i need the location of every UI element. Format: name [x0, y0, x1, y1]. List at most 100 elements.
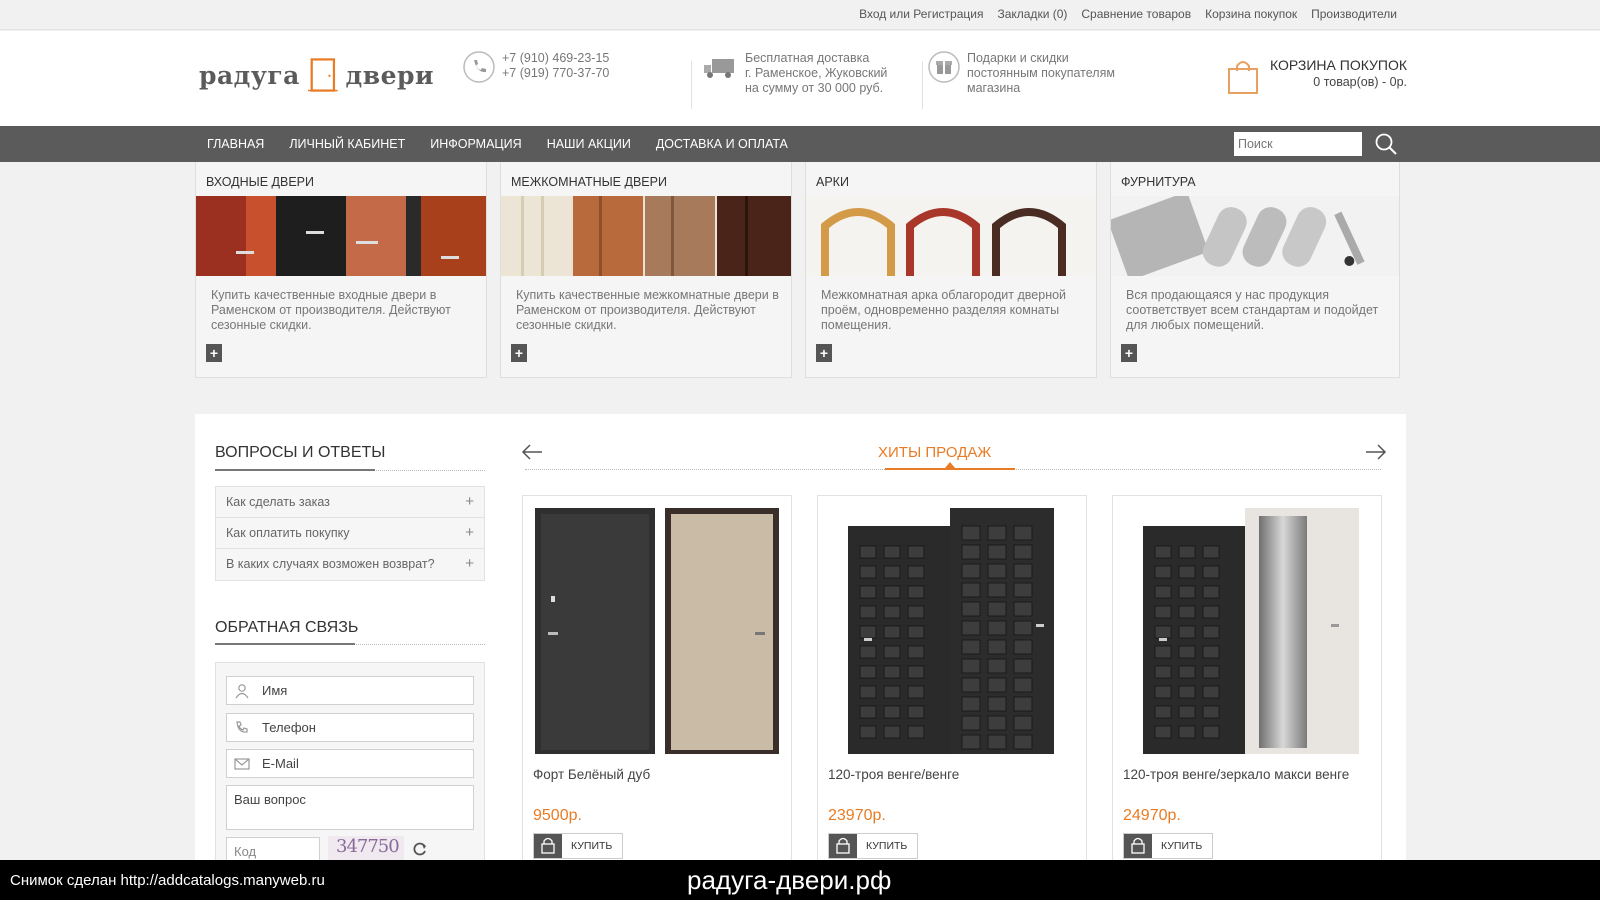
door-panel — [1178, 685, 1196, 699]
door-panel — [883, 645, 901, 659]
compare-link[interactable]: Сравнение товаров — [1081, 7, 1191, 21]
plus-icon[interactable]: + — [465, 524, 474, 541]
arrow-right-icon[interactable] — [1365, 444, 1387, 460]
door-panel — [907, 645, 925, 659]
question-textarea[interactable]: Ваш вопрос — [226, 785, 474, 830]
faq-item-payment[interactable]: Как оплатить покупку + — [216, 518, 484, 549]
door-panel — [907, 545, 925, 559]
cart-summary: 0 товар(ов) - 0р. — [1313, 75, 1408, 89]
phone-number-2[interactable]: +7 (919) 770-37-70 — [502, 66, 609, 81]
door-panel — [1178, 565, 1196, 579]
phone-field[interactable]: Телефон — [226, 713, 474, 742]
site-logo[interactable]: радуга двери — [199, 51, 434, 99]
category-description: Вся продающаяся у нас продукция соответс… — [1126, 288, 1379, 332]
buy-button[interactable]: КУПИТЬ — [1123, 833, 1213, 859]
door-panel — [1154, 645, 1172, 659]
door-panel — [859, 665, 877, 679]
phone-number-1[interactable]: +7 (910) 469-23-15 — [502, 51, 609, 66]
bestsellers-underline — [885, 468, 1015, 470]
nav-item-info[interactable]: ИНФОРМАЦИЯ — [430, 137, 521, 151]
door-panel — [961, 658, 981, 674]
product-name[interactable]: 120-троя венге/венге — [828, 767, 959, 782]
nav-item-home[interactable]: ГЛАВНАЯ — [207, 137, 264, 151]
category-arches[interactable]: АРКИ Межкомнатная арка облагородит дверн… — [805, 162, 1097, 378]
name-field[interactable]: Имя — [226, 676, 474, 705]
category-title[interactable]: МЕЖКОМНАТНЫЕ ДВЕРИ — [511, 175, 667, 189]
door-panel — [1178, 585, 1196, 599]
login-register-link[interactable]: Вход или Регистрация — [859, 7, 983, 21]
door-panel — [883, 665, 901, 679]
search-input[interactable] — [1234, 132, 1362, 156]
nav-item-account[interactable]: ЛИЧНЫЙ КАБИНЕТ — [289, 137, 405, 151]
door-panel — [1154, 705, 1172, 719]
product-name[interactable]: Форт Белёный дуб — [533, 767, 650, 782]
buy-label: КУПИТЬ — [866, 840, 908, 852]
door-panel — [883, 685, 901, 699]
category-interior-doors[interactable]: МЕЖКОМНАТНЫЕ ДВЕРИ Купить качественные м… — [500, 162, 792, 378]
phone-icon — [236, 721, 248, 733]
lock-icon — [829, 834, 857, 858]
email-field[interactable]: E-Mail — [226, 749, 474, 778]
gifts-block: Подарки и скидки постоянным покупателям … — [928, 51, 1115, 96]
category-hardware[interactable]: ФУРНИТУРА Вся продающаяся у нас продукци… — [1110, 162, 1400, 378]
expand-button[interactable]: + — [1121, 344, 1137, 362]
door-panel — [859, 605, 877, 619]
plus-icon[interactable]: + — [465, 493, 474, 510]
bestsellers-title[interactable]: ХИТЫ ПРОДАЖ — [878, 444, 991, 461]
gifts-line-2: постоянным покупателям — [967, 66, 1115, 80]
screenshot-note: Снимок сделан http://addcatalogs.manyweb… — [10, 872, 325, 889]
door-panel — [987, 639, 1007, 655]
product-name[interactable]: 120-троя венге/зеркало макси венге — [1123, 767, 1349, 782]
arrow-left-icon[interactable] — [521, 444, 543, 460]
door-panel — [1013, 658, 1033, 674]
product-image[interactable] — [533, 506, 781, 756]
cart-widget[interactable]: КОРЗИНА ПОКУПОК 0 товар(ов) - 0р. — [1226, 57, 1407, 95]
phones-block: +7 (910) 469-23-15 +7 (919) 770-37-70 — [463, 51, 609, 83]
faq-item-order[interactable]: Как сделать заказ + — [216, 487, 484, 518]
category-title[interactable]: АРКИ — [816, 175, 849, 189]
cart-link[interactable]: Корзина покупок — [1205, 7, 1297, 21]
door-panel — [883, 725, 901, 739]
expand-button[interactable]: + — [511, 344, 527, 362]
bookmarks-link[interactable]: Закладки (0) — [997, 7, 1067, 21]
product-card[interactable]: 120-троя венге/зеркало макси венге 24970… — [1112, 495, 1382, 865]
buy-button[interactable]: КУПИТЬ — [828, 833, 918, 859]
lock-icon — [534, 834, 562, 858]
product-card[interactable]: Форт Белёный дуб 9500р. КУПИТЬ — [522, 495, 792, 865]
faq-question: Как сделать заказ — [226, 495, 330, 509]
screenshot-footer-bar: Снимок сделан http://addcatalogs.manyweb… — [0, 860, 1600, 900]
expand-button[interactable]: + — [816, 344, 832, 362]
interior-doors-image — [501, 196, 791, 276]
category-entrance-doors[interactable]: ВХОДНЫЕ ДВЕРИ Купить качественные входны… — [195, 162, 487, 378]
phone-icon — [463, 51, 495, 83]
gifts-line-1: Подарки и скидки — [967, 51, 1069, 65]
expand-button[interactable]: + — [206, 344, 222, 362]
nav-item-promotions[interactable]: НАШИ АКЦИИ — [547, 137, 631, 151]
faq-list: Как сделать заказ + Как оплатить покупку… — [215, 486, 485, 581]
faq-underline — [215, 469, 375, 471]
door-panel — [1154, 625, 1172, 639]
door-panel — [961, 715, 981, 731]
product-image[interactable] — [1123, 506, 1371, 756]
category-title[interactable]: ФУРНИТУРА — [1121, 175, 1196, 189]
door-panel — [1202, 665, 1220, 679]
entrance-doors-image — [196, 196, 486, 276]
feedback-form: Имя Телефон E-Mail Ваш вопрос Код 347750 — [215, 662, 485, 863]
door-panel — [961, 601, 981, 617]
door-panel — [1154, 605, 1172, 619]
product-image[interactable] — [828, 506, 1076, 756]
refresh-icon[interactable] — [412, 841, 428, 857]
nav-item-delivery[interactable]: ДОСТАВКА И ОПЛАТА — [656, 137, 788, 151]
search-icon[interactable] — [1374, 132, 1398, 156]
door-panel — [883, 605, 901, 619]
plus-icon[interactable]: + — [465, 555, 474, 572]
buy-button[interactable]: КУПИТЬ — [533, 833, 623, 859]
faq-item-return[interactable]: В каких случаях возможен возврат? + — [216, 549, 484, 580]
door-panel — [961, 696, 981, 712]
manufacturers-link[interactable]: Производители — [1311, 7, 1397, 21]
door-panel — [883, 625, 901, 639]
truck-icon — [704, 59, 734, 78]
category-title[interactable]: ВХОДНЫЕ ДВЕРИ — [206, 175, 314, 189]
cart-title: КОРЗИНА ПОКУПОК — [1270, 57, 1408, 73]
product-card[interactable]: 120-троя венге/венге 23970р. КУПИТЬ — [817, 495, 1087, 865]
